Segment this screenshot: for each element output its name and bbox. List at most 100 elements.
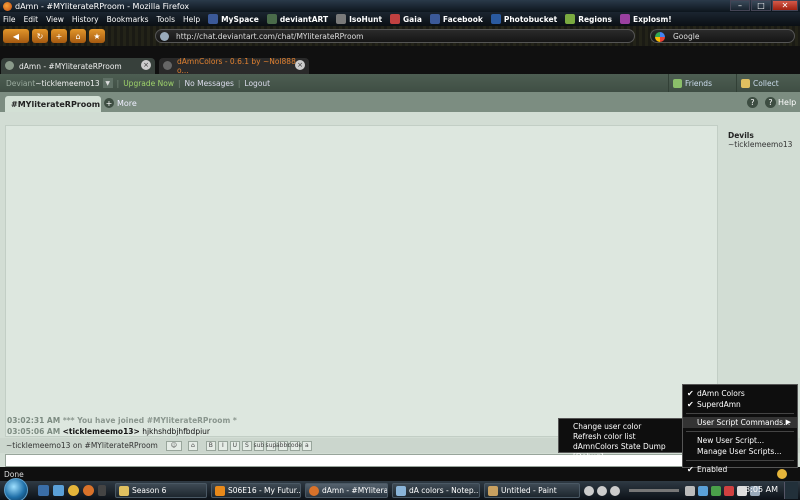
tab-label: dAmnColors - 0.6.1 by ~Nol888 o... [177,57,296,75]
member-item[interactable]: ~ticklemeemo13 [728,140,798,149]
collect-menu[interactable]: Collect [736,74,800,92]
show-desktop-button[interactable] [784,482,798,499]
volume-slider[interactable] [629,489,679,492]
google-icon [655,32,665,42]
gaia-icon [390,14,401,24]
media-prev-icon[interactable] [584,485,594,496]
taskbar: Season 6 S06E16 - My Futur... dAmn - #MY… [0,478,800,500]
message-timestamp: 03:05:06 AM [7,427,61,436]
menu-tools[interactable]: Tools [157,15,175,24]
messages-link[interactable]: No Messages [185,79,234,88]
tab-close-icon[interactable]: × [295,60,305,70]
bookmark-regions[interactable]: Regions [565,14,612,24]
bookmark-isohunt[interactable]: IsoHunt [336,14,382,24]
clock[interactable]: 3:05 AM [745,485,778,494]
media-play-icon[interactable] [597,485,607,496]
menu-item-user-script-commands[interactable]: User Script Commands... ▶ [683,417,797,428]
search-bar[interactable]: Google [650,29,795,43]
sub-button[interactable]: sub [253,440,264,451]
menu-item-new-user-script[interactable]: New User Script... [683,435,797,446]
menu-edit[interactable]: Edit [24,15,39,24]
menu-item-refresh-color-list[interactable]: Refresh color list [559,432,683,442]
task-firefox[interactable]: dAmn - #MYlitera... [305,483,388,498]
reload-icon[interactable]: ↻ [32,29,48,43]
bookmark-myspace[interactable]: MySpace [208,14,259,24]
code-button[interactable]: code [288,440,302,451]
tab-close-icon[interactable]: × [141,60,151,70]
menu-item-enabled[interactable]: ✔ Enabled [683,464,797,475]
bookmark-deviantart[interactable]: deviantART [266,14,328,24]
abbr-button[interactable]: abbr [276,440,290,451]
link-button[interactable]: a [301,440,312,451]
media-menu-icon[interactable] [685,485,695,496]
deviantart-bar: Deviant ~ticklemeemo13 ▼ | Upgrade Now |… [0,74,800,92]
quicklaunch-chevron-icon[interactable] [98,485,106,496]
username-link[interactable]: ~ticklemeemo13 [35,79,99,88]
sup-button[interactable]: sup [265,440,276,451]
friends-menu[interactable]: Friends [668,74,734,92]
menu-item-damn-colors[interactable]: ✔ dAmn Colors [683,388,797,399]
tab-label: dAmn - #MYliterateRProom [19,61,122,71]
show-desktop-icon[interactable] [38,485,49,496]
tray-app-icon[interactable] [724,485,734,496]
more-button[interactable]: + More [104,98,137,108]
media-next-icon[interactable] [610,485,620,496]
menu-item-label: Enabled [697,465,728,474]
chat-log[interactable] [5,125,718,437]
new-tab-icon[interactable]: + [51,29,67,43]
checkmark-icon: ✔ [687,465,694,474]
menu-item-manage-user-scripts[interactable]: Manage User Scripts... [683,446,797,457]
chat-input[interactable] [5,454,795,467]
message-text: hjkhshdbjhfbdpiur [142,427,210,436]
task-paint[interactable]: Untitled - Paint [484,483,580,498]
message-nick[interactable]: <ticklemeemo13> [63,427,140,436]
bookmark-explosm[interactable]: Explosm! [619,14,672,24]
start-button[interactable] [4,478,28,500]
task-season6[interactable]: Season 6 [115,483,207,498]
minimize-button[interactable]: – [730,0,750,11]
tab-chatroom[interactable]: #MYliterateRProom [5,96,101,112]
switch-windows-icon[interactable] [53,485,64,496]
maximize-button[interactable]: □ [751,0,771,11]
logout-link[interactable]: Logout [244,79,270,88]
menu-item-state-dump[interactable]: dAmnColors State Dump [Debug] [559,442,683,461]
menu-history[interactable]: History [72,15,99,24]
lock-icon[interactable]: ⌂ [187,440,198,451]
tab-damn-room[interactable]: dAmn - #MYliterateRProom × [1,58,155,74]
menu-help[interactable]: Help [183,15,200,24]
emote-button[interactable]: ☺ [165,440,182,451]
tab-favicon [163,61,172,70]
url-bar[interactable]: http://chat.deviantart.com/chat/MYlitera… [155,29,635,43]
upgrade-link[interactable]: Upgrade Now [123,79,174,88]
strike-button[interactable]: S [241,440,252,451]
messenger-icon[interactable] [68,485,79,496]
bookmark-facebook[interactable]: Facebook [429,14,483,24]
help-button[interactable]: ? Help [765,97,796,108]
bookmark-star-icon[interactable]: ★ [89,29,105,43]
menu-item-change-user-color[interactable]: Change user color [559,422,683,432]
underline-button[interactable]: U [229,440,240,451]
task-notepad[interactable]: dA colors - Notep... [392,483,480,498]
close-button[interactable]: ✕ [772,0,798,11]
menu-view[interactable]: View [46,15,64,24]
friends-label: Friends [685,78,712,88]
tray-arrow-icon[interactable] [698,485,708,496]
back-forward-icon[interactable]: ◀ [3,29,29,43]
tray-app-icon[interactable] [711,485,721,496]
menu-item-superdamn[interactable]: ✔ SuperdAmn [683,399,797,410]
menu-bookmarks[interactable]: Bookmarks [107,15,149,24]
question-icon[interactable]: ? [747,97,758,108]
chevron-down-icon[interactable]: ▼ [102,78,113,88]
bookmark-photobucket[interactable]: Photobucket [490,14,557,24]
firefox-quicklaunch-icon[interactable] [83,485,94,496]
italic-button[interactable]: I [217,440,228,451]
checkmark-icon: ✔ [687,389,694,398]
bold-button[interactable]: B [205,440,216,451]
bookmark-gaia[interactable]: Gaia [390,14,422,24]
menu-file[interactable]: File [3,15,16,24]
home-icon[interactable]: ⌂ [70,29,86,43]
vlc-icon [215,486,225,496]
tab-damncolors[interactable]: dAmnColors - 0.6.1 by ~Nol888 o... × [159,57,309,75]
task-vlc[interactable]: S06E16 - My Futur... [211,483,301,498]
deviant-label: Deviant [6,78,36,88]
